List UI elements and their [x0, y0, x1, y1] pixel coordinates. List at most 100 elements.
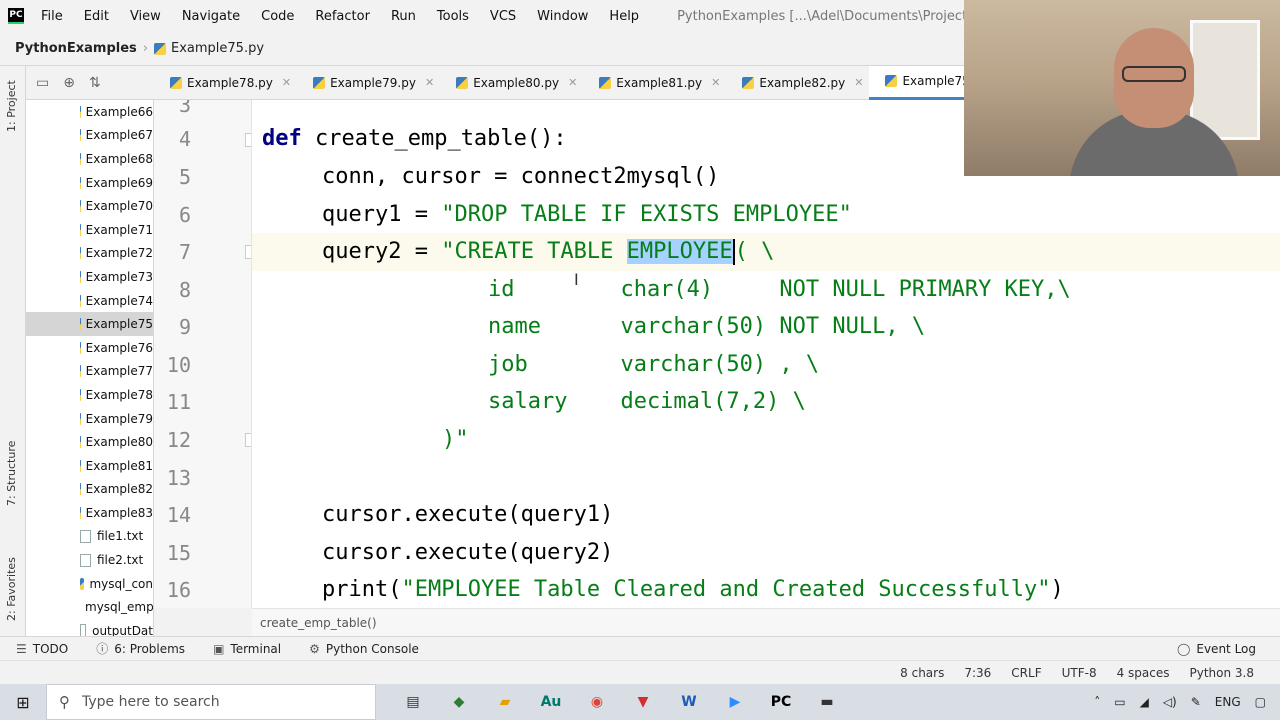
tree-item[interactable]: Example71: [26, 218, 153, 242]
todo-tool-button[interactable]: ☰ TODO: [0, 642, 82, 656]
line-number: 8: [178, 278, 191, 302]
close-icon[interactable]: ✕: [711, 76, 720, 89]
zoom-icon[interactable]: ▶: [712, 684, 758, 720]
chrome-icon[interactable]: ◉: [574, 684, 620, 720]
menu-navigate[interactable]: Navigate: [171, 9, 250, 24]
pycharm-icon[interactable]: PC: [758, 684, 804, 720]
tab-example79[interactable]: Example79.py ✕: [297, 66, 440, 100]
code-editor[interactable]: def create_emp_table(): conn, cursor = c…: [252, 100, 1280, 608]
python-file-icon: [80, 270, 81, 283]
python-file-icon: [313, 76, 326, 89]
tree-item[interactable]: file2.txt: [26, 548, 153, 572]
menu-file[interactable]: File: [30, 9, 73, 24]
event-log-tool-button[interactable]: ◯ Event Log: [1163, 642, 1280, 656]
tree-item[interactable]: file1.txt: [26, 525, 153, 549]
tree-item[interactable]: Example77: [26, 360, 153, 384]
fold-marker-icon[interactable]: [245, 245, 251, 259]
tree-item[interactable]: Example74: [26, 289, 153, 313]
status-indent[interactable]: 4 spaces: [1117, 666, 1170, 680]
python-file-icon: [80, 365, 81, 378]
menu-window[interactable]: Window: [526, 9, 598, 24]
layout-icon[interactable]: ▭: [36, 75, 49, 91]
tree-item[interactable]: Example78: [26, 383, 153, 407]
menu-view[interactable]: View: [119, 9, 171, 24]
tab-example81[interactable]: Example81.py ✕: [583, 66, 726, 100]
file-explorer-icon[interactable]: ▰: [482, 684, 528, 720]
close-icon[interactable]: ✕: [282, 76, 291, 89]
tree-item[interactable]: Example68: [26, 147, 153, 171]
target-icon[interactable]: ⊕: [63, 75, 75, 91]
project-tool-tab[interactable]: 1: Project: [5, 80, 18, 132]
tree-item[interactable]: Example81: [26, 454, 153, 478]
python-file-icon: [80, 105, 81, 118]
tab-example82[interactable]: Example82.py ✕: [726, 66, 869, 100]
tree-item[interactable]: Example76: [26, 336, 153, 360]
line-number: 6: [178, 203, 191, 227]
problems-tool-button[interactable]: ⓘ 6: Problems: [82, 640, 199, 657]
tree-item[interactable]: Example72: [26, 242, 153, 266]
app-icon[interactable]: ◆: [436, 684, 482, 720]
code-breadcrumb[interactable]: create_emp_table(): [252, 608, 1280, 636]
menu-refactor[interactable]: Refactor: [304, 9, 380, 24]
menu-edit[interactable]: Edit: [73, 9, 119, 24]
tab-example80[interactable]: Example80.py ✕: [440, 66, 583, 100]
tree-item[interactable]: Example66: [26, 100, 153, 124]
favorites-tool-tab[interactable]: 2: Favorites: [5, 557, 18, 621]
terminal-icon: ▣: [213, 641, 225, 656]
tree-item[interactable]: Example83: [26, 501, 153, 525]
python-console-tool-button[interactable]: ⚙ Python Console: [295, 642, 433, 656]
status-line-separator[interactable]: CRLF: [1011, 666, 1041, 680]
breadcrumb-file[interactable]: Example75.py: [171, 41, 264, 56]
code-line-11: salary decimal(7,2) \: [488, 389, 806, 414]
tree-item[interactable]: mysql_emp: [26, 595, 153, 619]
menu-code[interactable]: Code: [250, 9, 304, 24]
code-line-7-current: query2 = "CREATE TABLE EMPLOYEE( \: [252, 233, 1280, 271]
tree-item[interactable]: Example79: [26, 407, 153, 431]
menu-vcs[interactable]: VCS: [479, 9, 526, 24]
windows-start-icon[interactable]: ⊞: [0, 684, 46, 720]
status-caret-position[interactable]: 7:36: [964, 666, 991, 680]
tree-item[interactable]: mysql_con: [26, 572, 153, 596]
volume-icon[interactable]: ◁): [1163, 695, 1177, 709]
terminal-tool-button[interactable]: ▣ Terminal: [199, 642, 295, 656]
line-number: 13: [166, 466, 191, 490]
status-encoding[interactable]: UTF-8: [1062, 666, 1097, 680]
tree-item[interactable]: Example80: [26, 430, 153, 454]
pen-icon[interactable]: ✎: [1191, 695, 1201, 709]
close-icon[interactable]: ✕: [425, 76, 434, 89]
collapse-icon[interactable]: ⇅: [89, 75, 101, 91]
python-file-icon: [80, 247, 81, 260]
tray-chevron-icon[interactable]: ˄: [1094, 695, 1100, 709]
event-log-icon: ◯: [1176, 641, 1191, 656]
tab-example78[interactable]: Example78.py ✕: [154, 66, 297, 100]
tree-item-selected[interactable]: Example75: [26, 312, 153, 336]
vivaldi-icon[interactable]: ▼: [620, 684, 666, 720]
battery-icon[interactable]: ▭: [1114, 695, 1125, 709]
menu-tools[interactable]: Tools: [426, 9, 479, 24]
menu-run[interactable]: Run: [380, 9, 426, 24]
fold-marker-icon[interactable]: [245, 133, 251, 147]
notification-icon[interactable]: ▢: [1255, 695, 1266, 709]
tree-item[interactable]: Example73: [26, 265, 153, 289]
menu-help[interactable]: Help: [598, 9, 649, 24]
structure-tool-tab[interactable]: 7: Structure: [5, 441, 18, 506]
language-indicator[interactable]: ENG: [1215, 695, 1241, 709]
terminal-app-icon[interactable]: ▬: [804, 684, 850, 720]
tree-item[interactable]: outputDat: [26, 619, 153, 636]
tree-item[interactable]: Example67: [26, 124, 153, 148]
task-view-icon[interactable]: ▤: [390, 684, 436, 720]
breadcrumb-project[interactable]: PythonExamples: [15, 41, 137, 56]
line-number: 7: [178, 240, 191, 264]
line-number: 15: [166, 541, 191, 565]
taskbar-search[interactable]: ⚲ Type here to search: [46, 684, 376, 720]
audition-icon[interactable]: Au: [528, 684, 574, 720]
tree-item[interactable]: Example82: [26, 478, 153, 502]
tree-item[interactable]: Example70: [26, 194, 153, 218]
network-icon[interactable]: ◢: [1140, 695, 1149, 709]
close-icon[interactable]: ✕: [854, 76, 863, 89]
close-icon[interactable]: ✕: [568, 76, 577, 89]
tree-item[interactable]: Example69: [26, 171, 153, 195]
word-icon[interactable]: W: [666, 684, 712, 720]
status-interpreter[interactable]: Python 3.8: [1190, 666, 1255, 680]
fold-marker-icon[interactable]: [245, 433, 251, 447]
